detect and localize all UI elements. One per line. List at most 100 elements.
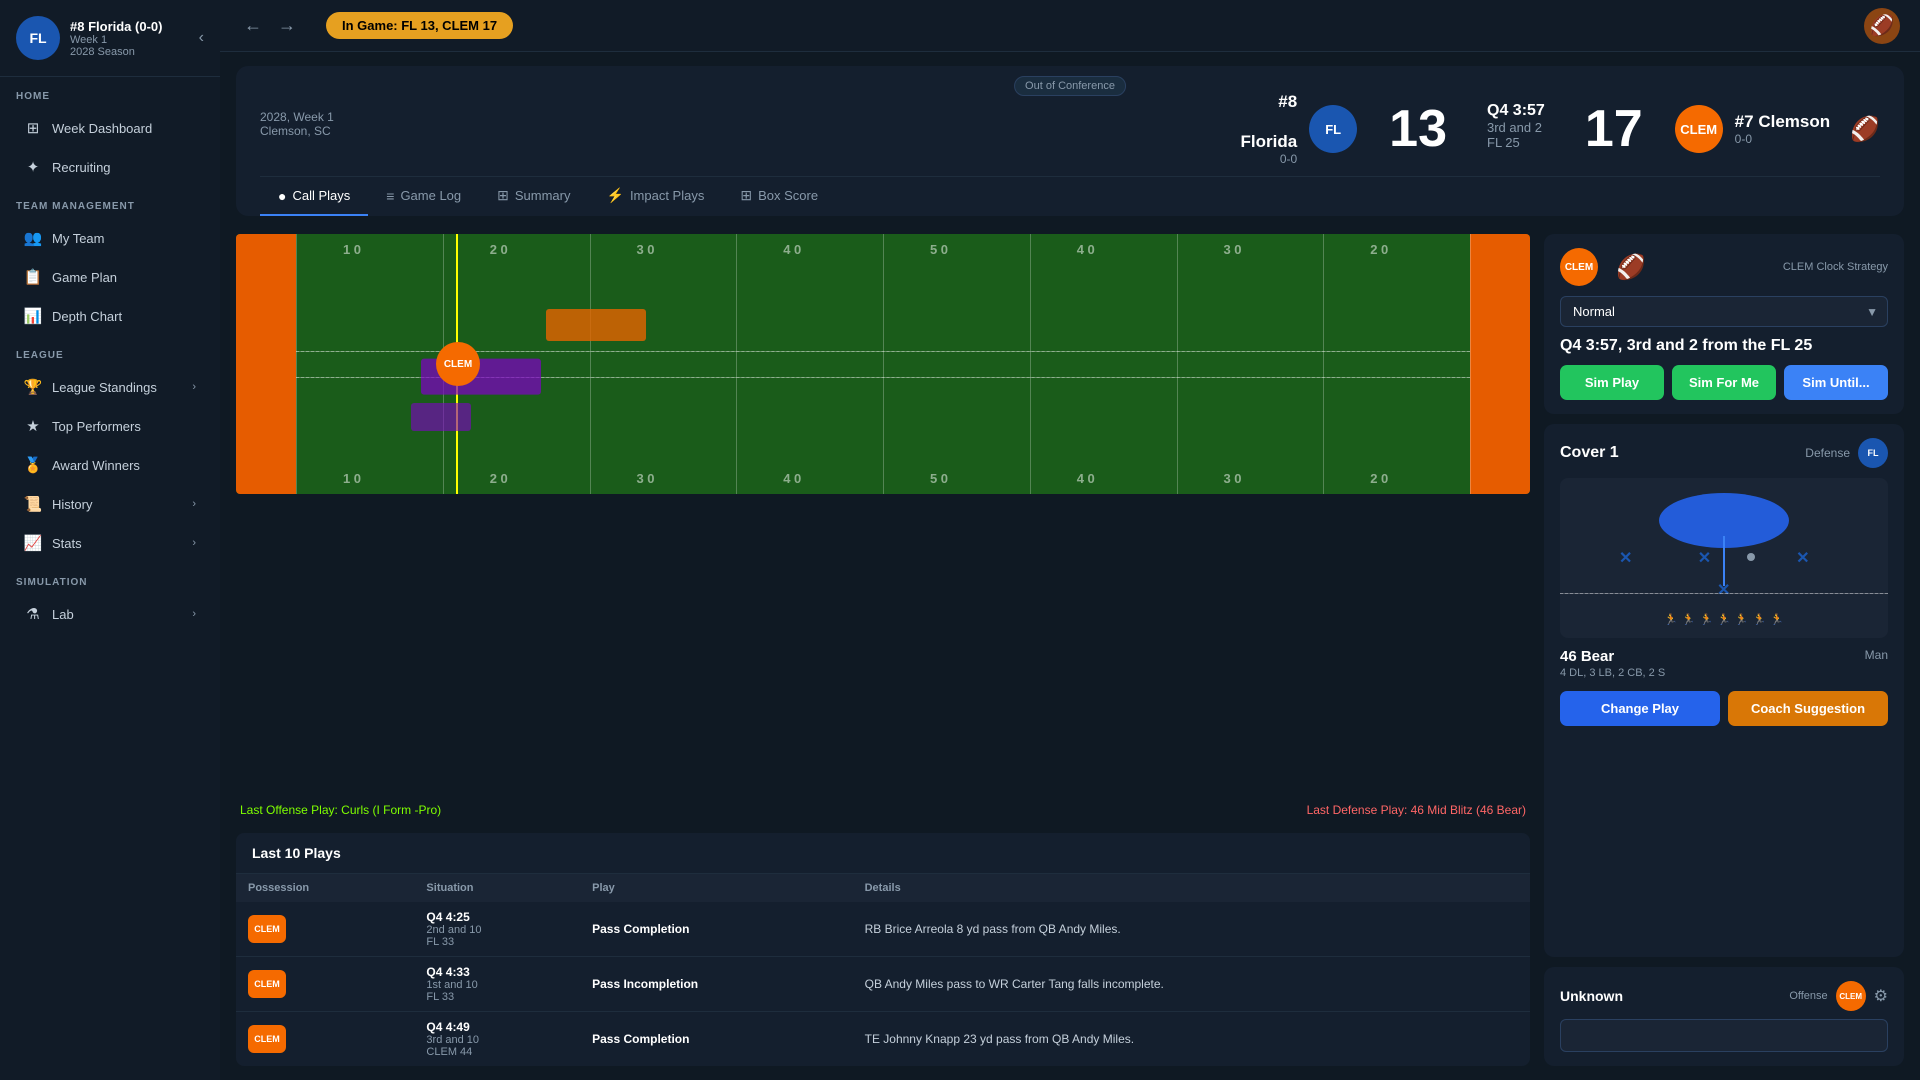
yard-num-40r: 4 0 [1077, 242, 1095, 257]
last-plays-header: Last 10 Plays [236, 833, 1530, 874]
box-score-icon: ⊞ [740, 187, 752, 204]
coach-suggestion-button[interactable]: Coach Suggestion [1728, 691, 1888, 726]
formation-sub: 4 DL, 3 LB, 2 CB, 2 S [1560, 667, 1665, 679]
yard-num-30b: 3 0 [636, 471, 654, 486]
nav-forward-button[interactable]: → [274, 11, 300, 40]
sidebar-item-award-winners[interactable]: 🏅 Award Winners [8, 446, 212, 484]
unknown-clem-badge: CLEM [1836, 981, 1866, 1011]
sim-until-button[interactable]: Sim Until... [1784, 365, 1888, 400]
sidebar-header: FL #8 Florida (0-0) Week 1 2028 Season ‹ [0, 0, 220, 77]
endzone-right [1470, 234, 1530, 494]
col-situation: Situation [414, 874, 580, 902]
sidebar-item-recruiting[interactable]: ✦ Recruiting [8, 148, 212, 186]
sidebar-item-stats[interactable]: 📈 Stats › [8, 524, 212, 562]
yard-num-20: 2 0 [490, 242, 508, 257]
defense-header: Cover 1 Defense FL [1560, 438, 1888, 468]
last-defense-play: Last Defense Play: 46 Mid Blitz (46 Bear… [1307, 803, 1526, 817]
play-type-cell: Pass Incompletion [580, 957, 853, 1012]
main-content: ← → In Game: FL 13, CLEM 17 🏈 Out of Con… [220, 0, 1920, 1080]
sidebar-item-depth-chart[interactable]: 📊 Depth Chart [8, 297, 212, 335]
yard-num-40b: 4 0 [783, 471, 801, 486]
clock-strategy-select[interactable]: Normal Hurry Up Milk Clock [1560, 296, 1888, 327]
sidebar-section-team-management: TEAM MANAGEMENT 👥 My Team 📋 Game Plan 📊 … [0, 187, 220, 336]
situation-cell: Q4 4:252nd and 10FL 33 [414, 902, 580, 957]
sidebar-section-home-label: HOME [0, 77, 220, 108]
top-performers-icon: ★ [24, 417, 42, 435]
nav-back-button[interactable]: ← [240, 11, 266, 40]
sidebar-item-week-dashboard[interactable]: ⊞ Week Dashboard [8, 109, 212, 147]
yard-line-50 [883, 234, 884, 494]
sidebar-item-top-performers[interactable]: ★ Top Performers [8, 407, 212, 445]
diag-x-lb4: ✕ [1796, 548, 1809, 568]
down-info: 3rd and 2 [1487, 120, 1545, 135]
clem-player: CLEM [436, 342, 480, 386]
sidebar-item-game-plan-label: Game Plan [52, 270, 117, 285]
sim-play-button[interactable]: Sim Play [1560, 365, 1664, 400]
depth-chart-icon: 📊 [24, 307, 42, 325]
unknown-right: Offense CLEM ⚙ [1789, 981, 1888, 1011]
game-year: 2028, Week 1 [260, 110, 334, 124]
diag-ol-row: 🏃 🏃 🏃 🏃 🏃 🏃 🏃 [1664, 613, 1784, 626]
field-position: FL 25 [1487, 135, 1545, 150]
yard-num-30: 3 0 [636, 242, 654, 257]
tab-box-score-label: Box Score [758, 188, 818, 203]
formation-info: 46 Bear 4 DL, 3 LB, 2 CB, 2 S [1560, 648, 1665, 683]
football-icon: 🏈 [1864, 8, 1900, 44]
col-play: Play [580, 874, 853, 902]
diag-ol-4: 🏃 [1717, 613, 1731, 626]
diag-ol-6: 🏃 [1753, 613, 1767, 626]
team-avatar: FL [16, 16, 60, 60]
sidebar-item-league-standings-label: League Standings [52, 380, 157, 395]
sidebar-item-lab-label: Lab [52, 607, 74, 622]
score-card: Out of Conference 2028, Week 1 Clemson, … [236, 66, 1904, 216]
sidebar-item-award-winners-label: Award Winners [52, 458, 140, 473]
yard-num-10b: 1 0 [343, 471, 361, 486]
my-team-icon: 👥 [24, 229, 42, 247]
yard-num-10: 1 0 [343, 242, 361, 257]
yard-num-20r: 2 0 [1370, 242, 1388, 257]
change-play-button[interactable]: Change Play [1560, 691, 1720, 726]
sidebar-item-game-plan[interactable]: 📋 Game Plan [8, 258, 212, 296]
sidebar-item-stats-label: Stats [52, 536, 82, 551]
sim-for-me-button[interactable]: Sim For Me [1672, 365, 1776, 400]
col-possession: Possession [236, 874, 414, 902]
sidebar-item-lab[interactable]: ⚗ Lab › [8, 595, 212, 633]
team-season: 2028 Season [70, 46, 162, 58]
play-details-cell: TE Johnny Knapp 23 yd pass from QB Andy … [853, 1012, 1530, 1067]
sidebar-section-home: HOME ⊞ Week Dashboard ✦ Recruiting [0, 77, 220, 187]
sidebar-item-my-team[interactable]: 👥 My Team [8, 219, 212, 257]
sidebar-collapse-button[interactable]: ‹ [199, 29, 204, 47]
unknown-input[interactable] [1560, 1019, 1888, 1052]
play-details-cell: QB Andy Miles pass to WR Carter Tang fal… [853, 957, 1530, 1012]
diag-ol-7: 🏃 [1770, 613, 1784, 626]
game-location: Clemson, SC [260, 124, 334, 138]
defense-title: Cover 1 [1560, 444, 1619, 462]
sidebar-item-league-standings[interactable]: 🏆 League Standings › [8, 368, 212, 406]
award-winners-icon: 🏅 [24, 456, 42, 474]
tab-summary[interactable]: ⊞ Summary [479, 177, 588, 216]
yard-line-30 [590, 234, 591, 494]
league-standings-chevron: › [192, 381, 196, 393]
sidebar-section-league: LEAGUE 🏆 League Standings › ★ Top Perfor… [0, 336, 220, 563]
offense-label: Offense [1789, 990, 1827, 1002]
tab-game-log[interactable]: ≡ Game Log [368, 177, 479, 216]
sidebar-item-history-label: History [52, 497, 92, 512]
unknown-title: Unknown [1560, 988, 1623, 1004]
coverage-label: Man [1865, 648, 1888, 662]
sidebar-section-simulation: SIMULATION ⚗ Lab › [0, 563, 220, 634]
tab-call-plays[interactable]: ● Call Plays [260, 177, 368, 216]
lab-icon: ⚗ [24, 605, 42, 623]
right-panel: CLEM 🏈 CLEM Clock Strategy Normal Hurry … [1544, 234, 1904, 1066]
tab-box-score[interactable]: ⊞ Box Score [722, 177, 836, 216]
yard-num-40: 4 0 [783, 242, 801, 257]
away-team-name-block: #7 Clemson 0-0 [1735, 112, 1830, 146]
clock-strategy-section: CLEM 🏈 CLEM Clock Strategy Normal Hurry … [1544, 234, 1904, 414]
plays-table: Possession Situation Play Details CLEMQ4… [236, 874, 1530, 1066]
team-info: FL #8 Florida (0-0) Week 1 2028 Season [16, 16, 162, 60]
settings-icon[interactable]: ⚙ [1874, 986, 1888, 1006]
play-type-cell: Pass Completion [580, 1012, 853, 1067]
tab-impact-plays[interactable]: ⚡ Impact Plays [589, 177, 723, 216]
sidebar-section-simulation-label: SIMULATION [0, 563, 220, 594]
possession-badge: CLEM [248, 1025, 286, 1053]
sidebar-item-history[interactable]: 📜 History › [8, 485, 212, 523]
